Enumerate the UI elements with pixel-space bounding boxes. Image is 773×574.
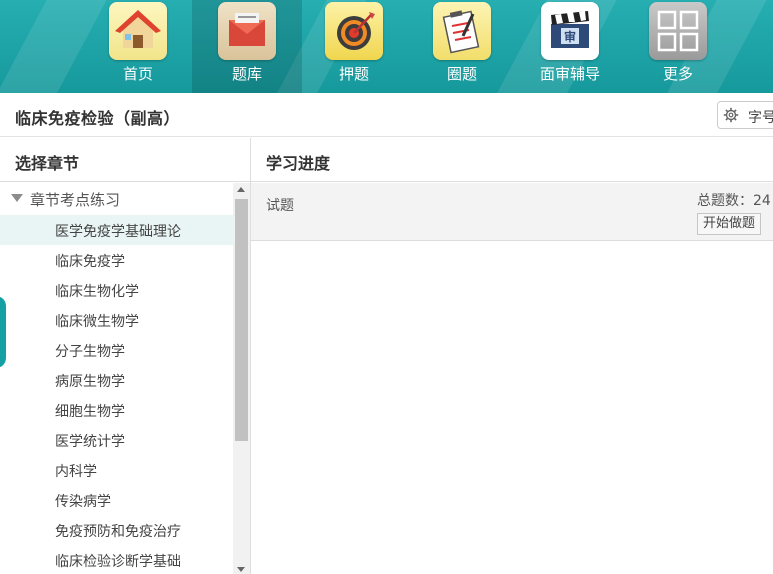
clipboard-icon [433,2,491,60]
nav-label: 题库 [231,65,262,83]
chapter-item[interactable]: 病原生物学 [0,365,233,395]
nav-label: 圈题 [446,65,477,83]
tree-root-node[interactable]: 章节考点练习 [0,183,233,213]
font-size-label: 字号 [748,110,773,126]
chapter-item-label: 免疫预防和免疫治疗 [55,524,181,540]
start-practice-button[interactable]: 开始做题 [697,213,761,235]
nav-item-circle[interactable]: 圈题 [407,0,517,93]
nav-label: 押题 [338,65,369,83]
nav-item-more[interactable]: 更多 [623,0,733,93]
chapter-item[interactable]: 医学免疫学基础理论 [0,215,233,245]
chapter-item-label: 临床生物化学 [55,284,139,300]
nav-item-predict[interactable]: 押题 [299,0,409,93]
chapter-item[interactable]: 细胞生物学 [0,395,233,425]
chapter-item[interactable]: 临床生物化学 [0,275,233,305]
chapter-item-label: 分子生物学 [55,344,125,360]
question-row: 试题 总题数：24 开始做题 [251,183,773,241]
chapter-item-label: 临床微生物学 [55,314,139,330]
chapter-item[interactable]: 分子生物学 [0,335,233,365]
chapter-tree: 章节考点练习 医学免疫学基础理论 临床免疫学 临床生物化学 临床微生物学 分子生… [0,183,233,574]
nav-item-question-bank[interactable]: 题库 [192,0,302,93]
chapter-item-label: 医学免疫学基础理论 [55,224,181,240]
chapter-item[interactable]: 临床免疫学 [0,245,233,275]
gear-icon [723,107,739,123]
nav-item-interview[interactable]: 审 面审辅导 [515,0,625,93]
chapter-item[interactable]: 传染病学 [0,485,233,515]
top-navigation-bar: 首页 题库 押题 圈题 审 面审辅导 更多 [0,0,773,93]
scroll-down-arrow-icon[interactable] [237,567,245,572]
nav-label: 首页 [122,65,153,83]
side-expand-tab[interactable] [0,296,6,368]
home-icon [109,2,167,60]
svg-text:审: 审 [564,29,576,44]
progress-title: 学习进度 [266,154,331,173]
chapter-item-label: 传染病学 [55,494,111,510]
question-count: 总题数：24 [697,193,771,209]
nav-item-home[interactable]: 首页 [83,0,193,93]
chapter-item[interactable]: 医学统计学 [0,425,233,455]
page-title: 临床免疫检验（副高） [15,109,181,128]
nav-label: 面审辅导 [539,65,600,83]
chapter-item-label: 病原生物学 [55,374,125,390]
question-label: 试题 [266,198,294,214]
scroll-up-arrow-icon[interactable] [237,187,245,192]
chapter-item-label: 医学统计学 [55,434,125,450]
chapter-item[interactable]: 内科学 [0,455,233,485]
chapter-item-label: 细胞生物学 [55,404,125,420]
scrollbar-thumb[interactable] [235,199,248,441]
nav-label: 更多 [662,65,693,83]
progress-header: 学习进度 [251,138,773,182]
chapter-item[interactable]: 免疫预防和免疫治疗 [0,515,233,545]
tree-root-label: 章节考点练习 [30,191,121,209]
chapter-item-label: 临床免疫学 [55,254,125,270]
grid-icon [649,2,707,60]
caret-down-icon[interactable] [11,194,23,202]
chapter-item[interactable]: 临床检验诊断学基础 [0,545,233,574]
envelope-icon [218,2,276,60]
font-size-button[interactable]: 字号 [717,101,773,129]
clapperboard-icon: 审 [541,2,599,60]
chapter-item-label: 临床检验诊断学基础 [55,554,181,570]
chapter-item[interactable]: 临床微生物学 [0,305,233,335]
chapter-item-label: 内科学 [55,464,97,480]
chapter-select-title: 选择章节 [15,154,80,173]
title-bar: 临床免疫检验（副高） 字号 [0,93,773,137]
chapter-scrollbar[interactable] [233,183,250,574]
chapter-select-header: 选择章节 [0,138,250,182]
target-icon [325,2,383,60]
